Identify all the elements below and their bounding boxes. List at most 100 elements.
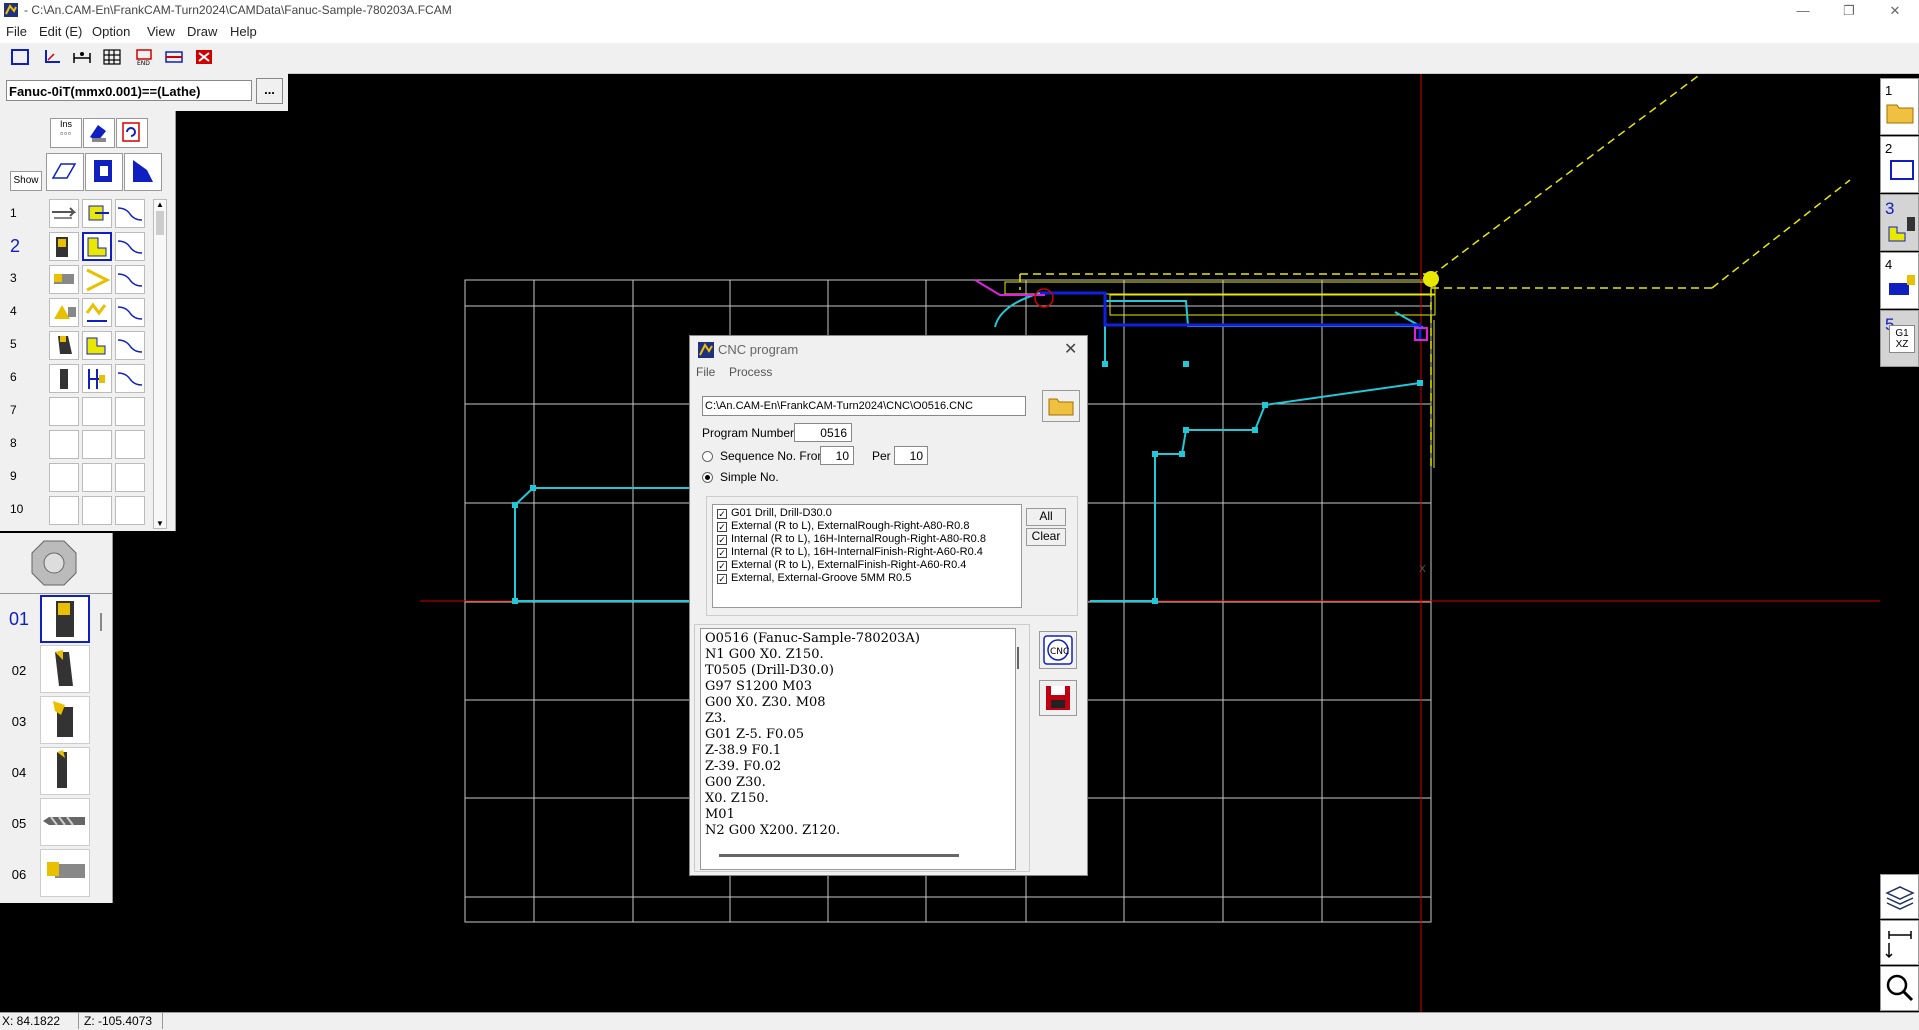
insert-button[interactable]: Ins ▫▫▫	[50, 118, 82, 148]
scroll-up-icon[interactable]: ▲	[154, 200, 166, 209]
operation-checkbox[interactable]: ✓	[717, 522, 727, 532]
menu-option[interactable]: Option	[92, 24, 130, 39]
tool-number-04[interactable]: 04	[0, 765, 38, 780]
plane-icon[interactable]	[46, 153, 84, 191]
code-vertical-scroll-thumb[interactable]	[1017, 647, 1019, 669]
output-path-input[interactable]: C:\An.CAM-En\FrankCAM-Turn2024\CNC\O0516…	[702, 396, 1026, 416]
program-number-input[interactable]: 0516	[794, 423, 852, 442]
tool-number-06[interactable]: 06	[0, 867, 38, 882]
op-external-tool-icon[interactable]	[49, 232, 79, 261]
end-icon[interactable]: END	[132, 46, 156, 68]
tool-04-icon[interactable]	[40, 747, 90, 795]
op-empty-cell[interactable]	[82, 430, 112, 459]
op-cutoff-tool-icon[interactable]	[49, 364, 79, 393]
controller-select[interactable]: Fanuc-0iT(mmx0.001)==(Lathe)	[6, 80, 252, 101]
operation-item[interactable]: ✓ External (R to L), ExternalFinish-Right…	[717, 559, 966, 572]
tool-06-icon[interactable]	[40, 849, 90, 897]
right-tab-4[interactable]: 4	[1880, 252, 1919, 309]
operation-checkbox[interactable]: ✓	[717, 535, 727, 545]
dialog-menu-process[interactable]: Process	[729, 365, 772, 379]
op-internal-rough-icon[interactable]	[82, 265, 112, 294]
measure-button[interactable]	[1880, 920, 1919, 965]
axis-xz-icon[interactable]	[40, 46, 64, 68]
tool-number-03[interactable]: 03	[0, 714, 38, 729]
fit-view-icon[interactable]	[192, 46, 216, 68]
op-internal-tool-icon[interactable]	[49, 265, 79, 294]
operation-checkbox[interactable]: ✓	[717, 574, 727, 584]
op-curve-icon-3[interactable]	[115, 265, 145, 294]
sequence-radio[interactable]	[702, 451, 713, 462]
op-empty-cell[interactable]	[115, 430, 145, 459]
operations-list[interactable]: ✓ G01 Drill, Drill-D30.0 ✓ External (R to …	[712, 504, 1022, 608]
operation-item[interactable]: ✓ G01 Drill, Drill-D30.0	[717, 507, 832, 520]
op-empty-cell[interactable]	[49, 397, 79, 426]
op-groove-icon[interactable]	[82, 331, 112, 360]
palette-scrollbar[interactable]: ▲ ▼	[153, 199, 167, 529]
op-curve-icon-6[interactable]	[115, 364, 145, 393]
controller-browse-button[interactable]: ...	[256, 78, 283, 104]
code-horizontal-scroll-thumb[interactable]	[719, 854, 959, 857]
right-tab-3[interactable]: 3	[1880, 194, 1919, 251]
menu-edit[interactable]: Edit (E)	[39, 24, 82, 39]
tool-03-icon[interactable]	[40, 696, 90, 744]
operation-item[interactable]: ✓ External, External-Groove 5MM R0.5	[717, 572, 911, 585]
op-rough-selected-icon[interactable]	[82, 232, 112, 261]
operation-checkbox[interactable]: ✓	[717, 548, 727, 558]
op-empty-cell[interactable]	[82, 496, 112, 525]
search-button[interactable]	[1880, 966, 1919, 1011]
op-empty-cell[interactable]	[49, 430, 79, 459]
tool-number-01[interactable]: 01	[0, 609, 38, 630]
show-button[interactable]: Show	[10, 171, 42, 191]
grid-icon[interactable]	[100, 46, 124, 68]
op-curve-icon[interactable]	[115, 199, 145, 228]
operation-checkbox[interactable]: ✓	[717, 509, 727, 519]
close-button[interactable]: ✕	[1872, 0, 1918, 22]
tool-number-02[interactable]: 02	[0, 663, 38, 678]
operation-checkbox[interactable]: ✓	[717, 561, 727, 571]
menu-help[interactable]: Help	[230, 24, 257, 39]
stock-icon[interactable]	[124, 153, 162, 191]
turret-icon[interactable]	[30, 539, 78, 587]
right-tab-2[interactable]: 2	[1880, 136, 1919, 193]
op-empty-cell[interactable]	[115, 496, 145, 525]
maximize-button[interactable]: ❐	[1826, 0, 1872, 22]
op-empty-cell[interactable]	[49, 463, 79, 492]
op-empty-cell[interactable]	[82, 463, 112, 492]
right-tab-5[interactable]: 5G1 XZ	[1880, 310, 1919, 367]
op-curve-icon-5[interactable]	[115, 331, 145, 360]
op-empty-cell[interactable]	[115, 463, 145, 492]
per-input[interactable]: 10	[894, 446, 928, 465]
simple-no-radio[interactable]	[702, 472, 713, 483]
op-empty-cell[interactable]	[115, 397, 145, 426]
op-drill-icon[interactable]	[49, 199, 79, 228]
right-tab-1[interactable]: 1	[1880, 78, 1919, 135]
tool-05-drill-icon[interactable]	[40, 798, 90, 846]
menu-view[interactable]: View	[147, 24, 175, 39]
op-curve-icon-4[interactable]	[115, 298, 145, 327]
dialog-close-icon[interactable]: ✕	[1064, 339, 1077, 359]
browse-folder-button[interactable]	[1042, 390, 1080, 422]
delete-op-icon[interactable]	[83, 118, 115, 148]
tool-number-05[interactable]: 05	[0, 816, 38, 831]
nc-code-textarea[interactable]: O0516 (Fanuc-Sample-780203A) N1 G00 X0. …	[700, 628, 1019, 870]
dialog-menu-file[interactable]: File	[696, 365, 715, 379]
menu-file[interactable]: File	[6, 24, 27, 39]
generate-cnc-button[interactable]: CNC	[1039, 631, 1077, 669]
clear-button[interactable]: Clear	[1026, 528, 1066, 546]
refresh-op-icon[interactable]	[116, 118, 148, 148]
scroll-down-icon[interactable]: ▼	[154, 519, 166, 528]
minimize-button[interactable]: —	[1780, 0, 1826, 22]
profile-icon[interactable]	[85, 153, 123, 191]
dimension-icon[interactable]	[70, 46, 94, 68]
op-curve-icon-2[interactable]	[115, 232, 145, 261]
tool-02-icon[interactable]	[40, 645, 90, 693]
select-all-button[interactable]: All	[1026, 508, 1066, 526]
save-button[interactable]	[1039, 680, 1077, 716]
op-empty-cell[interactable]	[49, 496, 79, 525]
layers-button[interactable]	[1880, 874, 1919, 919]
menu-draw[interactable]: Draw	[187, 24, 217, 39]
tool-01-icon[interactable]	[40, 595, 90, 643]
op-face-icon[interactable]	[82, 199, 112, 228]
operation-item[interactable]: ✓ External (R to L), ExternalRough-Right-…	[717, 520, 969, 533]
sequence-from-input[interactable]: 10	[820, 446, 854, 465]
